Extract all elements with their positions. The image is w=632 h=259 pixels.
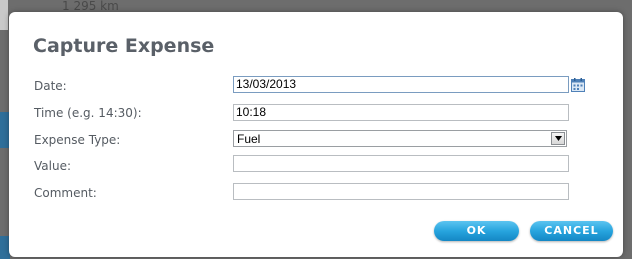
value-field[interactable] <box>233 155 569 172</box>
ok-button[interactable]: OK <box>434 221 519 241</box>
background-distance-text: 1 295 km <box>62 0 119 10</box>
background-panel-edge <box>0 0 8 30</box>
value-label: Value: <box>34 159 71 173</box>
date-field[interactable] <box>233 76 569 93</box>
comment-label: Comment: <box>34 186 97 200</box>
time-label: Time (e.g. 14:30): <box>34 106 142 120</box>
expense-type-label: Expense Type: <box>34 133 121 147</box>
time-field[interactable] <box>233 104 569 121</box>
expense-type-select[interactable]: Fuel <box>233 130 567 147</box>
dialog-title: Capture Expense <box>33 35 215 57</box>
comment-field[interactable] <box>233 183 569 200</box>
expense-type-selected-value: Fuel <box>237 132 261 146</box>
capture-expense-dialog: Capture Expense Date: Time (e.g. 14:30):… <box>9 12 623 257</box>
calendar-icon[interactable] <box>571 77 585 92</box>
chevron-down-icon[interactable] <box>551 132 565 145</box>
cancel-button[interactable]: CANCEL <box>530 221 613 241</box>
date-label: Date: <box>34 79 67 93</box>
